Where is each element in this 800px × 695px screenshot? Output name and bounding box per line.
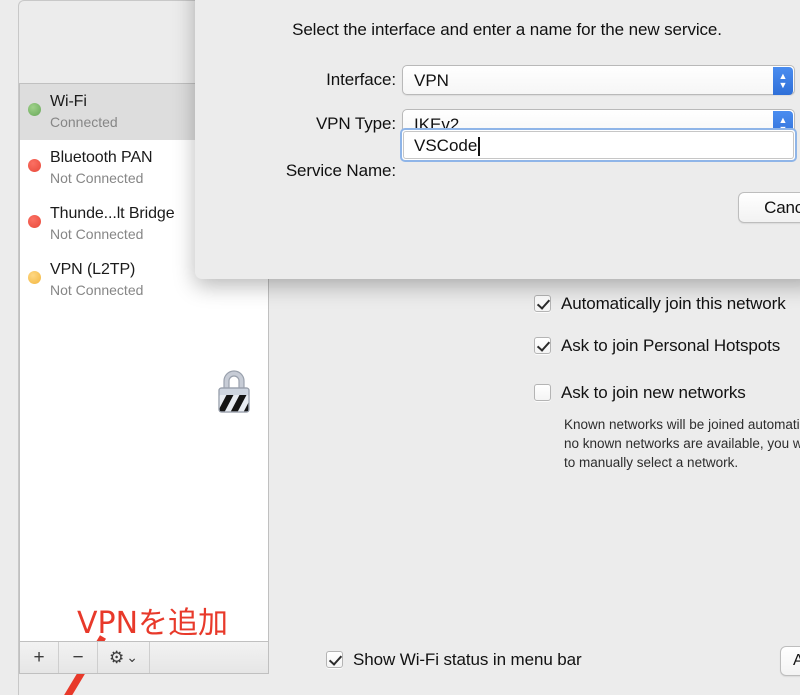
interface-value: VPN: [414, 71, 449, 90]
interface-select[interactable]: VPN ▲ ▼: [402, 65, 795, 95]
padlock-icon: [218, 370, 250, 413]
help-text-line: Known networks will be joined automatica…: [564, 417, 800, 432]
service-name-input[interactable]: VSCode: [400, 128, 797, 162]
checkbox-personal-hotspot[interactable]: [534, 337, 551, 354]
checkbox-row-new-networks[interactable]: Ask to join new networks: [534, 382, 746, 403]
service-name-value: VSCode: [414, 136, 478, 155]
checkbox-row-auto-join[interactable]: Automatically join this network: [534, 293, 786, 314]
network-preferences-window: Wi-Fi Connected Bluetooth PAN Not Connec…: [18, 0, 800, 695]
chevron-down-icon: ⌄: [126, 649, 138, 665]
screen-root: Wi-Fi Connected Bluetooth PAN Not Connec…: [0, 0, 800, 695]
checkbox-label: Ask to join new networks: [561, 383, 746, 402]
service-status: Not Connected: [50, 282, 144, 298]
cancel-button[interactable]: Cancel: [738, 192, 800, 223]
interface-label: Interface:: [326, 70, 396, 89]
help-text-line: no known networks are available, you wil…: [564, 436, 800, 451]
service-actions-gear-button[interactable]: ⚙ ⌄: [98, 642, 150, 673]
checkbox-label: Automatically join this network: [561, 294, 786, 313]
checkbox-auto-join[interactable]: [534, 295, 551, 312]
status-dot-icon: [28, 271, 41, 284]
add-service-button[interactable]: +: [20, 642, 59, 673]
remove-service-button[interactable]: −: [59, 642, 98, 673]
chevron-updown-icon[interactable]: ▲▼: [773, 67, 793, 95]
checkbox-show-wifi-status[interactable]: [326, 651, 343, 668]
vpn-type-label: VPN Type:: [315, 114, 396, 133]
help-text: Known networks will be joined automatica…: [564, 415, 800, 472]
list-toolbar: + − ⚙ ⌄: [19, 641, 269, 674]
status-dot-icon: [28, 215, 41, 228]
sheet-title: Select the interface and enter a name fo…: [292, 20, 722, 39]
status-dot-icon: [28, 159, 41, 172]
service-name-input-inner: VSCode: [403, 131, 794, 159]
interface-row: Interface: VPN ▲ ▼: [195, 65, 800, 95]
checkbox-row-personal-hotspot[interactable]: Ask to join Personal Hotspots: [534, 335, 780, 356]
checkbox-new-networks[interactable]: [534, 384, 551, 401]
text-caret: [478, 137, 480, 156]
checkbox-row-menu-bar-status[interactable]: Show Wi-Fi status in menu bar: [326, 649, 582, 670]
checkbox-label: Ask to join Personal Hotspots: [561, 336, 781, 355]
new-service-sheet: Select the interface and enter a name fo…: [195, 0, 800, 279]
advanced-button[interactable]: Advanced...: [780, 646, 800, 676]
help-text-line: to manually select a network.: [564, 455, 739, 470]
gear-icon: ⚙: [109, 647, 125, 667]
status-dot-icon: [28, 103, 41, 116]
service-name-label: Service Name:: [285, 161, 396, 180]
checkbox-label: Show Wi-Fi status in menu bar: [353, 650, 582, 669]
